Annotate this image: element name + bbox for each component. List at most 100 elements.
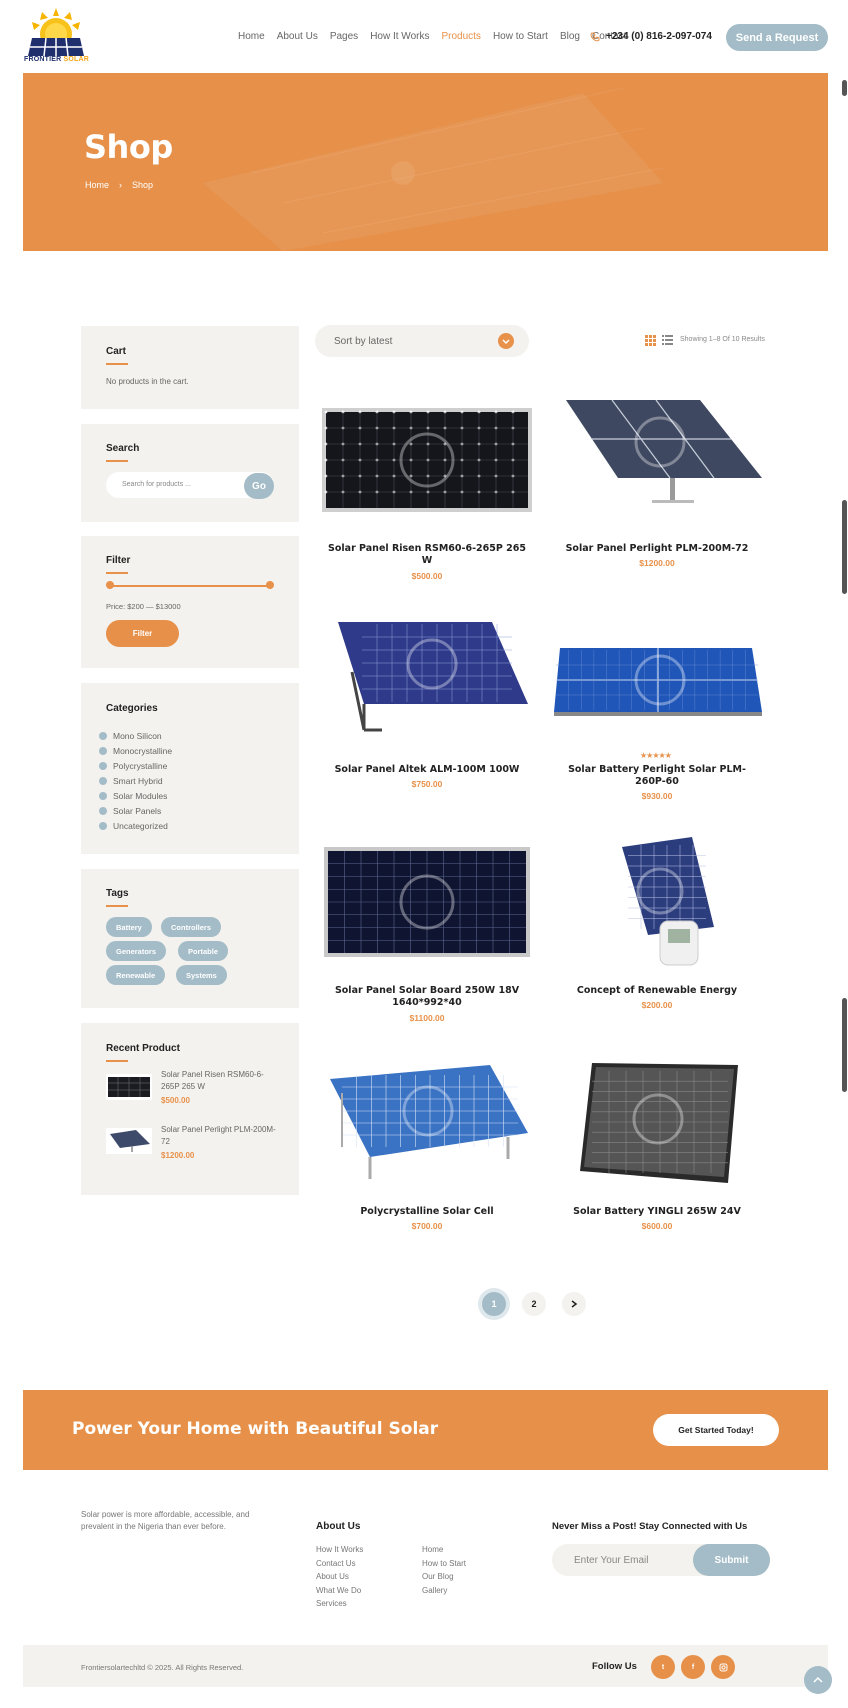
product-price: $600.00 (641, 1221, 673, 1231)
footer-link[interactable]: Our Blog (422, 1570, 466, 1584)
chevron-circle-icon (99, 821, 107, 830)
category-item[interactable]: Smart Hybrid (99, 773, 172, 788)
pagination-next[interactable] (562, 1292, 586, 1316)
category-item[interactable]: Monocrystalline (99, 743, 172, 758)
product-name[interactable]: Concept of Renewable Energy (557, 985, 757, 997)
nav-how-it-works[interactable]: How It Works (370, 31, 429, 42)
phone-link[interactable]: +234 (0) 816-2-097-074 (590, 31, 712, 42)
category-item[interactable]: Solar Panels (99, 803, 172, 818)
logo-text-frontier: FRONTIER (24, 56, 62, 63)
product-name[interactable]: Solar Battery YINGLI 265W 24V (557, 1206, 757, 1218)
product-name[interactable]: Solar Battery Perlight Solar PLM-260P-60 (557, 764, 757, 788)
recent-product-thumb[interactable] (106, 1128, 152, 1154)
follow-us-label: Follow Us (592, 1661, 637, 1672)
chevron-down-icon[interactable] (498, 333, 514, 349)
scrollbar-thumb-top[interactable] (842, 80, 847, 96)
recent-product-name[interactable]: Solar Panel Risen RSM60-6-265P 265 W (161, 1069, 276, 1093)
twitter-icon[interactable]: t (651, 1655, 675, 1679)
grid-view-icon[interactable] (645, 335, 656, 346)
product-image-perlight-battery[interactable] (552, 612, 762, 747)
get-started-button[interactable]: Get Started Today! (653, 1414, 779, 1446)
footer-link[interactable]: Home (422, 1543, 466, 1557)
pagination-page-2[interactable]: 2 (522, 1292, 546, 1316)
search-widget-heading: Search (106, 443, 139, 462)
recent-product-thumb[interactable] (106, 1074, 152, 1100)
tag-generators[interactable]: Generators (106, 941, 167, 961)
price-range-max-handle[interactable] (266, 581, 274, 589)
category-item[interactable]: Polycrystalline (99, 758, 172, 773)
category-item[interactable]: Solar Modules (99, 788, 172, 803)
nav-home[interactable]: Home (238, 31, 265, 42)
product-price: $700.00 (411, 1221, 443, 1231)
tag-battery[interactable]: Battery (106, 917, 152, 937)
facebook-icon[interactable]: f (681, 1655, 705, 1679)
footer-link[interactable]: How to Start (422, 1557, 466, 1571)
title-underline (106, 1060, 128, 1062)
instagram-icon[interactable] (711, 1655, 735, 1679)
nav-about-us[interactable]: About Us (277, 31, 318, 42)
scrollbar-thumb-lower[interactable] (842, 998, 847, 1092)
send-request-button[interactable]: Send a Request (726, 24, 828, 51)
category-item[interactable]: Uncategorized (99, 818, 172, 833)
chevron-circle-icon (99, 776, 107, 785)
recent-products-heading: Recent Product (106, 1043, 180, 1062)
product-image-polycrystalline-cell[interactable] (322, 1057, 532, 1192)
nav-how-to-start[interactable]: How to Start (493, 31, 548, 42)
page-title: Shop (84, 128, 173, 166)
cta-title: Power Your Home with Beautiful Solar (72, 1419, 439, 1439)
nav-pages[interactable]: Pages (330, 31, 358, 42)
chevron-right-icon (571, 1300, 578, 1308)
scrollbar-thumb-middle[interactable] (842, 500, 847, 594)
product-name[interactable]: Solar Panel Perlight PLM-200M-72 (557, 543, 757, 555)
footer-link[interactable]: Services (316, 1597, 363, 1611)
product-name[interactable]: Polycrystalline Solar Cell (327, 1206, 527, 1218)
breadcrumb-home[interactable]: Home (85, 180, 109, 190)
footer-link[interactable]: What We Do (316, 1584, 363, 1598)
list-view-icon[interactable] (662, 335, 673, 346)
tags-widget-heading: Tags (106, 888, 129, 907)
tag-renewable[interactable]: Renewable (106, 965, 166, 985)
sort-select[interactable]: Sort by latest (315, 325, 529, 357)
phone-icon (590, 32, 600, 41)
nav-products[interactable]: Products (441, 31, 480, 42)
tag-portable[interactable]: Portable (178, 941, 229, 961)
breadcrumb-separator: › (119, 180, 123, 190)
cart-title: Cart (106, 346, 127, 357)
category-item[interactable]: Mono Silicon (99, 728, 172, 743)
search-go-button[interactable]: Go (244, 473, 274, 499)
product-name[interactable]: Solar Panel Risen RSM60-6-265P 265 W (327, 543, 527, 567)
product-image-altek-panel[interactable] (322, 612, 532, 747)
rating-stars-icon: ★★★★★ (640, 751, 672, 760)
footer-link[interactable]: Contact Us (316, 1557, 363, 1571)
footer-about-title: About Us (316, 1521, 361, 1532)
main-nav: Home About Us Pages How It Works Product… (238, 31, 638, 42)
nav-blog[interactable]: Blog (560, 31, 580, 42)
filter-button[interactable]: Filter (106, 620, 179, 647)
footer-link[interactable]: About Us (316, 1570, 363, 1584)
footer-link[interactable]: Gallery (422, 1584, 466, 1598)
product-image-perlight-panel[interactable] (552, 392, 762, 527)
footer-link[interactable]: How It Works (316, 1543, 363, 1557)
chevron-circle-icon (99, 806, 107, 815)
product-image-yingli-battery[interactable] (552, 1057, 762, 1192)
title-underline (106, 905, 128, 907)
recent-product-name[interactable]: Solar Panel Perlight PLM-200M-72 (161, 1124, 276, 1148)
product-name[interactable]: Solar Panel Solar Board 250W 18V 1640*99… (327, 985, 527, 1009)
copyright-text: Frontiersolartechltd © 2025. All Rights … (81, 1663, 244, 1672)
product-price: $1100.00 (409, 1013, 445, 1023)
submit-button[interactable]: Submit (693, 1544, 770, 1576)
logo-text-solar: SOLAR (63, 56, 90, 63)
tag-systems[interactable]: Systems (176, 965, 227, 985)
pagination-page-1[interactable]: 1 (482, 1292, 506, 1316)
tags-title: Tags (106, 888, 129, 899)
price-range-min-handle[interactable] (106, 581, 114, 589)
product-name[interactable]: Solar Panel Altek ALM-100M 100W (327, 764, 527, 776)
product-image-risen-panel[interactable] (322, 392, 532, 527)
product-price: $930.00 (641, 791, 673, 801)
product-image-renewable-concept[interactable] (552, 835, 762, 970)
back-to-top-button[interactable] (804, 1666, 832, 1694)
product-image-solar-board[interactable] (322, 835, 532, 970)
tag-controllers[interactable]: Controllers (161, 917, 222, 937)
cart-widget (81, 326, 299, 409)
recent-product-price: $500.00 (161, 1096, 190, 1105)
